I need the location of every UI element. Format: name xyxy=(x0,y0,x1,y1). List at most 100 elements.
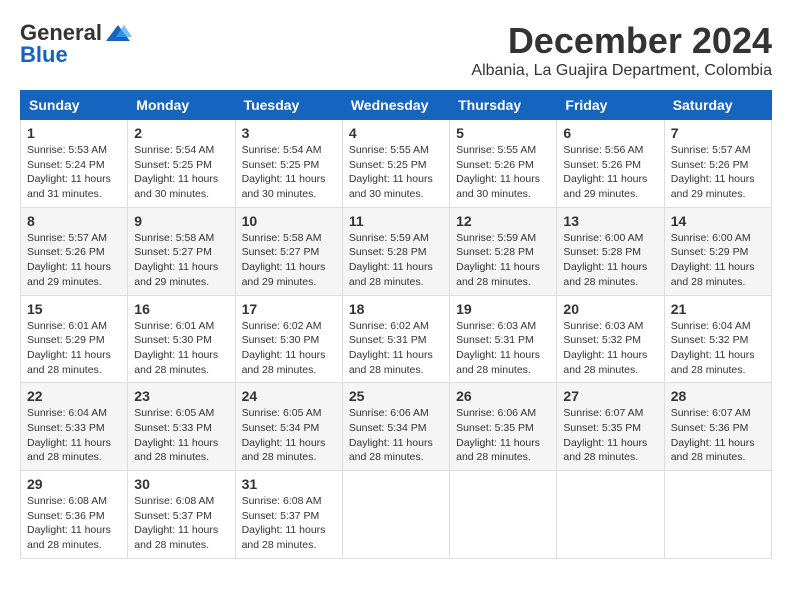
sunrise: Sunrise: 6:07 AM xyxy=(671,407,751,419)
sunrise: Sunrise: 5:57 AM xyxy=(671,144,751,156)
sunrise: Sunrise: 6:07 AM xyxy=(563,407,643,419)
logo-blue-text: Blue xyxy=(20,42,68,68)
calendar-cell: 6 Sunrise: 5:56 AM Sunset: 5:26 PM Dayli… xyxy=(557,120,664,208)
daylight: Daylight: 11 hours and 28 minutes. xyxy=(563,261,647,288)
sunset: Sunset: 5:29 PM xyxy=(671,246,749,258)
calendar-week-row: 1 Sunrise: 5:53 AM Sunset: 5:24 PM Dayli… xyxy=(21,120,772,208)
day-info: Sunrise: 5:56 AM Sunset: 5:26 PM Dayligh… xyxy=(563,143,657,202)
daylight: Daylight: 11 hours and 28 minutes. xyxy=(349,261,433,288)
daylight: Daylight: 11 hours and 28 minutes. xyxy=(563,437,647,464)
calendar-cell: 17 Sunrise: 6:02 AM Sunset: 5:30 PM Dayl… xyxy=(235,295,342,383)
day-number: 2 xyxy=(134,125,228,141)
calendar-cell: 2 Sunrise: 5:54 AM Sunset: 5:25 PM Dayli… xyxy=(128,120,235,208)
day-number: 12 xyxy=(456,213,550,229)
sunset: Sunset: 5:37 PM xyxy=(134,510,212,522)
day-info: Sunrise: 5:58 AM Sunset: 5:27 PM Dayligh… xyxy=(134,231,228,290)
sunset: Sunset: 5:28 PM xyxy=(456,246,534,258)
sunrise: Sunrise: 6:05 AM xyxy=(242,407,322,419)
daylight: Daylight: 11 hours and 29 minutes. xyxy=(27,261,111,288)
sunrise: Sunrise: 6:03 AM xyxy=(563,320,643,332)
sunrise: Sunrise: 6:08 AM xyxy=(134,495,214,507)
sunset: Sunset: 5:26 PM xyxy=(671,159,749,171)
weekday-header-saturday: Saturday xyxy=(664,91,771,120)
calendar-table: SundayMondayTuesdayWednesdayThursdayFrid… xyxy=(20,90,772,559)
day-number: 24 xyxy=(242,388,336,404)
day-number: 17 xyxy=(242,301,336,317)
sunrise: Sunrise: 6:04 AM xyxy=(27,407,107,419)
calendar-cell: 14 Sunrise: 6:00 AM Sunset: 5:29 PM Dayl… xyxy=(664,207,771,295)
day-info: Sunrise: 6:06 AM Sunset: 5:35 PM Dayligh… xyxy=(456,406,550,465)
logo: General Blue xyxy=(20,20,134,68)
calendar-cell: 21 Sunrise: 6:04 AM Sunset: 5:32 PM Dayl… xyxy=(664,295,771,383)
daylight: Daylight: 11 hours and 29 minutes. xyxy=(134,261,218,288)
daylight: Daylight: 11 hours and 28 minutes. xyxy=(671,437,755,464)
day-number: 27 xyxy=(563,388,657,404)
sunrise: Sunrise: 5:58 AM xyxy=(134,232,214,244)
day-info: Sunrise: 6:08 AM Sunset: 5:37 PM Dayligh… xyxy=(242,494,336,553)
calendar-cell: 3 Sunrise: 5:54 AM Sunset: 5:25 PM Dayli… xyxy=(235,120,342,208)
daylight: Daylight: 11 hours and 28 minutes. xyxy=(134,349,218,376)
day-info: Sunrise: 6:01 AM Sunset: 5:29 PM Dayligh… xyxy=(27,319,121,378)
sunset: Sunset: 5:33 PM xyxy=(134,422,212,434)
weekday-header-monday: Monday xyxy=(128,91,235,120)
sunset: Sunset: 5:25 PM xyxy=(242,159,320,171)
sunset: Sunset: 5:34 PM xyxy=(349,422,427,434)
day-number: 31 xyxy=(242,476,336,492)
day-number: 18 xyxy=(349,301,443,317)
sunset: Sunset: 5:24 PM xyxy=(27,159,105,171)
sunrise: Sunrise: 5:53 AM xyxy=(27,144,107,156)
day-info: Sunrise: 5:59 AM Sunset: 5:28 PM Dayligh… xyxy=(349,231,443,290)
weekday-header-row: SundayMondayTuesdayWednesdayThursdayFrid… xyxy=(21,91,772,120)
calendar-cell: 13 Sunrise: 6:00 AM Sunset: 5:28 PM Dayl… xyxy=(557,207,664,295)
weekday-header-friday: Friday xyxy=(557,91,664,120)
day-info: Sunrise: 6:00 AM Sunset: 5:29 PM Dayligh… xyxy=(671,231,765,290)
calendar-cell: 20 Sunrise: 6:03 AM Sunset: 5:32 PM Dayl… xyxy=(557,295,664,383)
daylight: Daylight: 11 hours and 28 minutes. xyxy=(134,437,218,464)
day-info: Sunrise: 6:04 AM Sunset: 5:33 PM Dayligh… xyxy=(27,406,121,465)
sunset: Sunset: 5:32 PM xyxy=(563,334,641,346)
day-number: 29 xyxy=(27,476,121,492)
calendar-week-row: 22 Sunrise: 6:04 AM Sunset: 5:33 PM Dayl… xyxy=(21,383,772,471)
day-info: Sunrise: 6:01 AM Sunset: 5:30 PM Dayligh… xyxy=(134,319,228,378)
sunrise: Sunrise: 6:01 AM xyxy=(134,320,214,332)
calendar-cell: 11 Sunrise: 5:59 AM Sunset: 5:28 PM Dayl… xyxy=(342,207,449,295)
sunrise: Sunrise: 5:55 AM xyxy=(349,144,429,156)
day-number: 22 xyxy=(27,388,121,404)
day-info: Sunrise: 6:07 AM Sunset: 5:35 PM Dayligh… xyxy=(563,406,657,465)
calendar-cell: 27 Sunrise: 6:07 AM Sunset: 5:35 PM Dayl… xyxy=(557,383,664,471)
day-info: Sunrise: 6:08 AM Sunset: 5:36 PM Dayligh… xyxy=(27,494,121,553)
day-info: Sunrise: 5:57 AM Sunset: 5:26 PM Dayligh… xyxy=(671,143,765,202)
sunset: Sunset: 5:36 PM xyxy=(671,422,749,434)
daylight: Daylight: 11 hours and 29 minutes. xyxy=(563,173,647,200)
day-info: Sunrise: 6:04 AM Sunset: 5:32 PM Dayligh… xyxy=(671,319,765,378)
day-number: 14 xyxy=(671,213,765,229)
daylight: Daylight: 11 hours and 28 minutes. xyxy=(349,437,433,464)
daylight: Daylight: 11 hours and 28 minutes. xyxy=(242,349,326,376)
sunset: Sunset: 5:27 PM xyxy=(134,246,212,258)
daylight: Daylight: 11 hours and 28 minutes. xyxy=(456,437,540,464)
day-info: Sunrise: 6:02 AM Sunset: 5:30 PM Dayligh… xyxy=(242,319,336,378)
daylight: Daylight: 11 hours and 28 minutes. xyxy=(456,349,540,376)
day-number: 11 xyxy=(349,213,443,229)
sunset: Sunset: 5:30 PM xyxy=(134,334,212,346)
day-info: Sunrise: 6:08 AM Sunset: 5:37 PM Dayligh… xyxy=(134,494,228,553)
calendar-cell: 18 Sunrise: 6:02 AM Sunset: 5:31 PM Dayl… xyxy=(342,295,449,383)
day-number: 4 xyxy=(349,125,443,141)
sunrise: Sunrise: 6:03 AM xyxy=(456,320,536,332)
calendar-week-row: 29 Sunrise: 6:08 AM Sunset: 5:36 PM Dayl… xyxy=(21,471,772,559)
day-info: Sunrise: 5:58 AM Sunset: 5:27 PM Dayligh… xyxy=(242,231,336,290)
weekday-header-tuesday: Tuesday xyxy=(235,91,342,120)
calendar-cell: 31 Sunrise: 6:08 AM Sunset: 5:37 PM Dayl… xyxy=(235,471,342,559)
day-number: 23 xyxy=(134,388,228,404)
calendar-cell: 8 Sunrise: 5:57 AM Sunset: 5:26 PM Dayli… xyxy=(21,207,128,295)
day-number: 21 xyxy=(671,301,765,317)
sunrise: Sunrise: 6:04 AM xyxy=(671,320,751,332)
daylight: Daylight: 11 hours and 28 minutes. xyxy=(242,524,326,551)
calendar-cell xyxy=(450,471,557,559)
sunset: Sunset: 5:35 PM xyxy=(456,422,534,434)
day-info: Sunrise: 6:06 AM Sunset: 5:34 PM Dayligh… xyxy=(349,406,443,465)
sunset: Sunset: 5:25 PM xyxy=(134,159,212,171)
day-info: Sunrise: 6:05 AM Sunset: 5:34 PM Dayligh… xyxy=(242,406,336,465)
sunrise: Sunrise: 5:59 AM xyxy=(349,232,429,244)
day-number: 28 xyxy=(671,388,765,404)
